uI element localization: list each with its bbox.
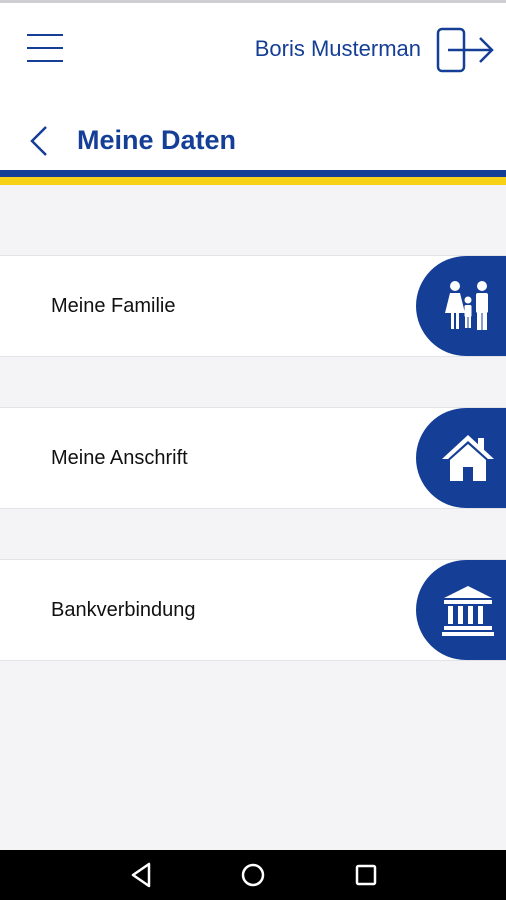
page-title: Meine Daten [77,125,237,155]
back-chevron-icon[interactable] [22,121,56,161]
house-icon [442,435,494,481]
logout-icon[interactable] [432,25,498,75]
header-stripe-blue [0,170,506,177]
android-navigation-bar [0,850,506,900]
bank-icon [442,586,494,636]
menu-item-badge [416,560,506,660]
menu-item-label: Meine Familie [51,295,176,317]
app-header: Boris Musterman Meine Daten [0,3,506,170]
family-icon [445,281,488,330]
menu-item-badge [416,256,506,356]
menu-item-bankverbindung[interactable]: Bankverbindung [0,559,506,661]
hamburger-menu-icon[interactable] [24,29,68,69]
user-name: Boris Musterman [254,36,421,61]
nav-back-triangle-icon[interactable] [127,860,157,890]
header-stripe-yellow [0,177,506,185]
menu-item-label: Bankverbindung [51,599,196,621]
menu-item-meine-familie[interactable]: Meine Familie [0,255,506,357]
nav-home-circle-icon[interactable] [238,860,268,890]
menu-item-meine-anschrift[interactable]: Meine Anschrift [0,407,506,509]
menu-item-badge [416,408,506,508]
menu-item-label: Meine Anschrift [51,447,188,469]
nav-recents-square-icon[interactable] [351,860,381,890]
